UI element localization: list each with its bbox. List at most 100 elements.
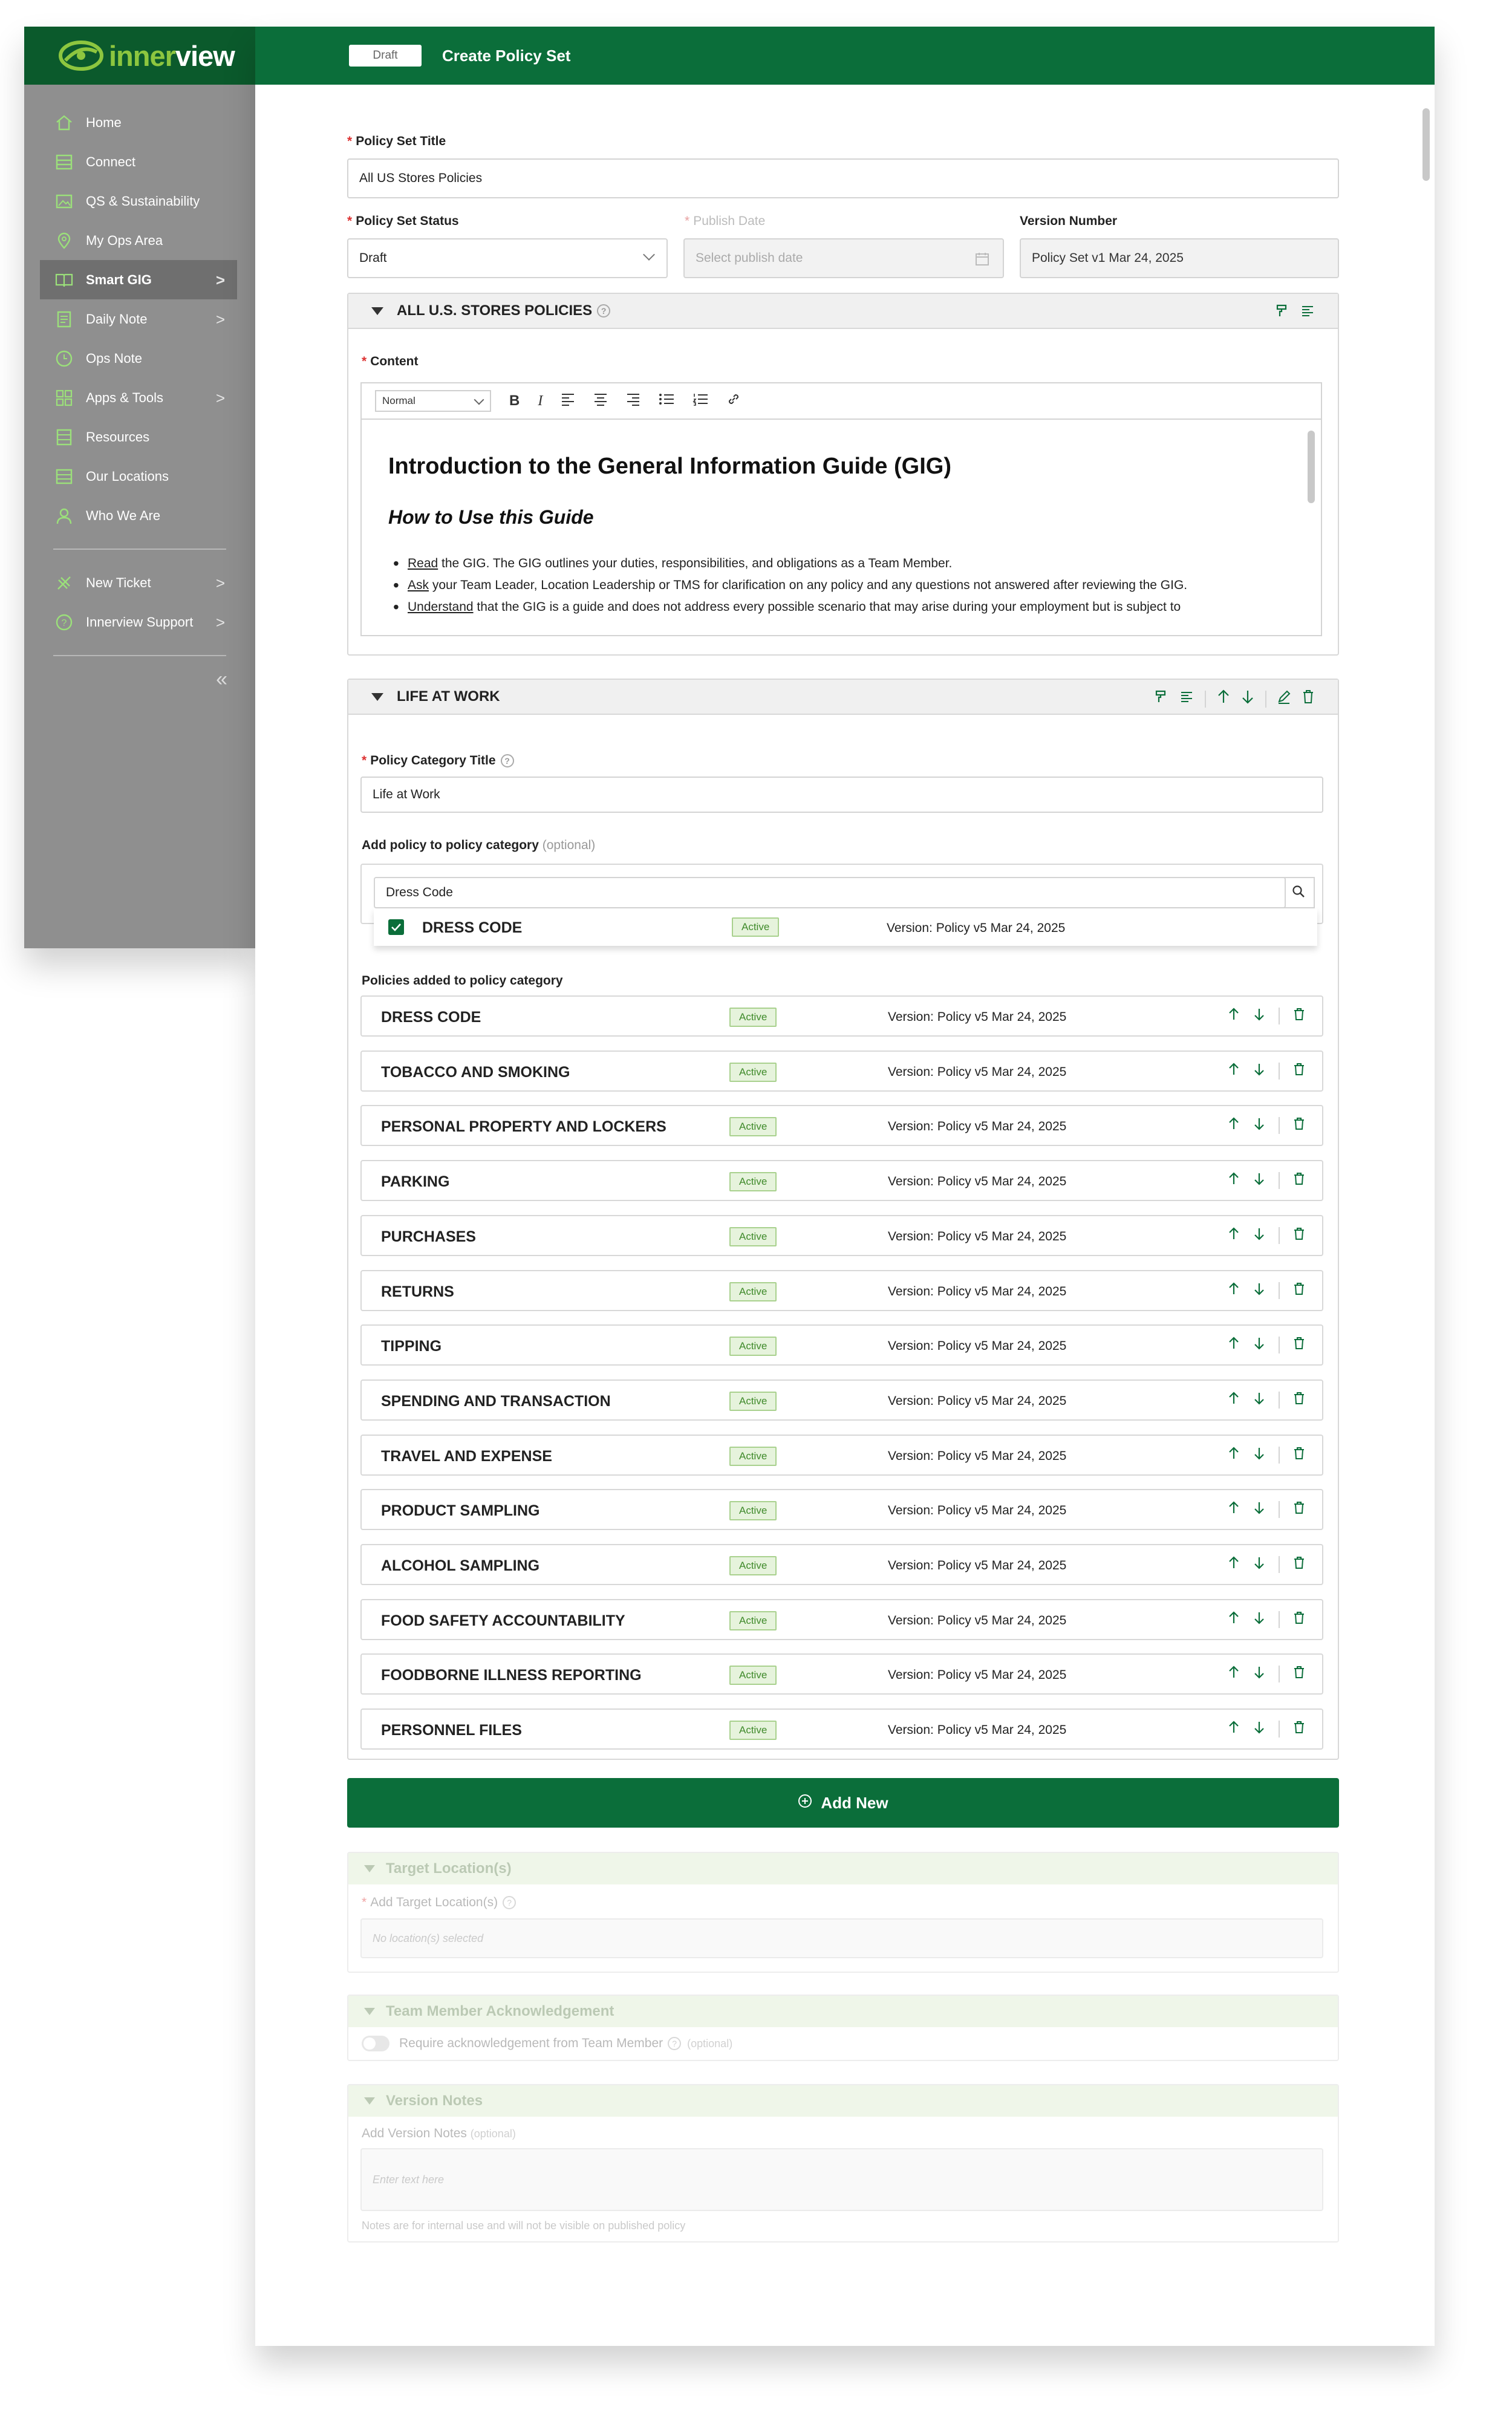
rich-text-editor[interactable]: Introduction to the General Information …	[360, 419, 1322, 636]
policy-search-input[interactable]: Dress Code	[374, 877, 1286, 908]
sidebar-item-my-ops-area[interactable]: My Ops Area	[24, 221, 255, 260]
trash-icon[interactable]	[1302, 689, 1315, 708]
trash-icon[interactable]	[1293, 1721, 1305, 1738]
policy-row[interactable]: TIPPING Active Version: Policy v5 Mar 24, …	[360, 1324, 1323, 1366]
editor-scrollbar[interactable]	[1308, 431, 1315, 503]
arrow-down-icon[interactable]	[1253, 1721, 1265, 1738]
arrow-down-icon[interactable]	[1253, 1556, 1265, 1573]
sidebar-item-ops-note[interactable]: Ops Note	[24, 339, 255, 378]
arrow-up-icon[interactable]	[1228, 1666, 1240, 1682]
arrow-down-icon[interactable]	[1253, 1172, 1265, 1189]
logo-text[interactable]: innerview	[109, 39, 235, 73]
page-scrollbar[interactable]	[1422, 108, 1430, 181]
arrow-up-icon[interactable]	[1228, 1337, 1240, 1353]
version-notes-textarea[interactable]: Enter text here	[360, 2148, 1323, 2211]
trash-icon[interactable]	[1293, 1227, 1305, 1244]
trash-icon[interactable]	[1293, 1501, 1305, 1518]
arrow-up-icon[interactable]	[1217, 689, 1230, 708]
sidebar-item-daily-note[interactable]: Daily Note >	[24, 299, 255, 339]
edit-icon[interactable]	[1277, 689, 1291, 708]
arrow-down-icon[interactable]	[1253, 1501, 1265, 1518]
policy-row[interactable]: FOOD SAFETY ACCOUNTABILITY Active Version:…	[360, 1598, 1323, 1640]
section-header[interactable]: ALL U.S. STORES POLICIES ?	[348, 294, 1338, 329]
trash-icon[interactable]	[1293, 1447, 1305, 1464]
policy-set-title-input[interactable]: All US Stores Policies	[347, 158, 1339, 198]
arrow-up-icon[interactable]	[1228, 1063, 1240, 1080]
arrow-down-icon[interactable]	[1253, 1117, 1265, 1134]
link-icon[interactable]	[726, 392, 741, 411]
bullet-list-icon[interactable]	[659, 392, 674, 410]
arrow-up-icon[interactable]	[1228, 1227, 1240, 1244]
section-header[interactable]: Target Location(s)	[348, 1853, 1338, 1884]
arrow-up-icon[interactable]	[1228, 1556, 1240, 1573]
help-icon[interactable]: ?	[500, 754, 514, 768]
sidebar-item-resources[interactable]: Resources	[24, 417, 255, 457]
policy-row[interactable]: PRODUCT SAMPLING Active Version: Policy v5…	[360, 1489, 1323, 1531]
policy-set-status-select[interactable]: Draft	[347, 238, 668, 278]
sidebar-item-new-ticket[interactable]: New Ticket >	[24, 563, 255, 602]
trash-icon[interactable]	[1293, 1172, 1305, 1189]
acknowledgement-toggle[interactable]	[362, 2036, 389, 2051]
policy-row[interactable]: PURCHASES Active Version: Policy v5 Mar 24…	[360, 1214, 1323, 1256]
help-icon[interactable]: ?	[668, 2037, 682, 2050]
numbered-list-icon[interactable]	[692, 392, 708, 410]
format-painter-icon[interactable]	[1275, 304, 1289, 322]
arrow-down-icon[interactable]	[1253, 1282, 1265, 1299]
policy-row[interactable]: DRESS CODE Active Version: Policy v5 Mar 2…	[360, 995, 1323, 1037]
policy-row[interactable]: TRAVEL AND EXPENSE Active Version: Policy …	[360, 1434, 1323, 1476]
sidebar-item-who-we-are[interactable]: Who We Are	[24, 496, 255, 535]
search-result-item[interactable]: DRESS CODE Active Version: Policy v5 Mar…	[374, 908, 1317, 946]
trash-icon[interactable]	[1293, 1337, 1305, 1353]
section-header[interactable]: Team Member Acknowledgement	[348, 1996, 1338, 2027]
arrow-up-icon[interactable]	[1228, 1721, 1240, 1738]
arrow-down-icon[interactable]	[1253, 1392, 1265, 1409]
help-icon[interactable]: ?	[503, 1896, 516, 1910]
category-title-input[interactable]: Life at Work	[360, 777, 1323, 813]
trash-icon[interactable]	[1293, 1282, 1305, 1299]
policy-row[interactable]: RETURNS Active Version: Policy v5 Mar 24, …	[360, 1269, 1323, 1311]
align-left-icon[interactable]	[561, 392, 575, 410]
arrow-down-icon[interactable]	[1241, 689, 1254, 708]
trash-icon[interactable]	[1293, 1392, 1305, 1409]
align-right-icon[interactable]	[626, 392, 640, 410]
trash-icon[interactable]	[1293, 1611, 1305, 1628]
trash-icon[interactable]	[1293, 1556, 1305, 1573]
arrow-up-icon[interactable]	[1228, 1008, 1240, 1024]
arrow-down-icon[interactable]	[1253, 1666, 1265, 1682]
policy-row[interactable]: PARKING Active Version: Policy v5 Mar 24, …	[360, 1160, 1323, 1202]
sidebar-item-connect[interactable]: Connect	[24, 142, 255, 181]
trash-icon[interactable]	[1293, 1666, 1305, 1682]
trash-icon[interactable]	[1293, 1063, 1305, 1080]
policy-row[interactable]: PERSONAL PROPERTY AND LOCKERS Active Versi…	[360, 1105, 1323, 1147]
checkbox-checked-icon[interactable]	[388, 919, 404, 935]
add-new-button[interactable]: Add New	[347, 1778, 1339, 1828]
arrow-down-icon[interactable]	[1253, 1008, 1265, 1024]
sidebar-item-our-locations[interactable]: Our Locations	[24, 457, 255, 496]
sidebar-item-apps-tools[interactable]: Apps & Tools >	[24, 378, 255, 417]
italic-icon[interactable]: I	[538, 393, 543, 409]
trash-icon[interactable]	[1293, 1117, 1305, 1134]
arrow-up-icon[interactable]	[1228, 1172, 1240, 1189]
collapse-sidebar-button[interactable]: «	[216, 668, 227, 691]
arrow-up-icon[interactable]	[1228, 1117, 1240, 1134]
policy-row[interactable]: SPENDING AND TRANSACTION Active Version: P…	[360, 1379, 1323, 1421]
policy-row[interactable]: PERSONNEL FILES Active Version: Policy v5 …	[360, 1708, 1323, 1750]
arrow-down-icon[interactable]	[1253, 1063, 1265, 1080]
publish-date-input[interactable]: Select publish date	[683, 238, 1004, 278]
target-location-input[interactable]: No location(s) selected	[360, 1918, 1323, 1958]
arrow-down-icon[interactable]	[1253, 1611, 1265, 1628]
help-icon[interactable]: ?	[597, 304, 611, 318]
arrow-up-icon[interactable]	[1228, 1392, 1240, 1409]
sidebar-item-qs-sustainability[interactable]: QS & Sustainability	[24, 181, 255, 221]
align-icon[interactable]	[1300, 304, 1315, 322]
text-style-select[interactable]: Normal	[375, 390, 491, 412]
policy-row[interactable]: FOODBORNE ILLNESS REPORTING Active Version…	[360, 1653, 1323, 1695]
arrow-down-icon[interactable]	[1253, 1337, 1265, 1353]
sidebar-item-innerview-support[interactable]: ? Innerview Support >	[24, 602, 255, 642]
arrow-down-icon[interactable]	[1253, 1227, 1265, 1244]
arrow-up-icon[interactable]	[1228, 1447, 1240, 1464]
align-center-icon[interactable]	[593, 392, 608, 410]
align-icon[interactable]	[1179, 689, 1194, 708]
search-button[interactable]	[1283, 877, 1315, 908]
arrow-up-icon[interactable]	[1228, 1282, 1240, 1299]
